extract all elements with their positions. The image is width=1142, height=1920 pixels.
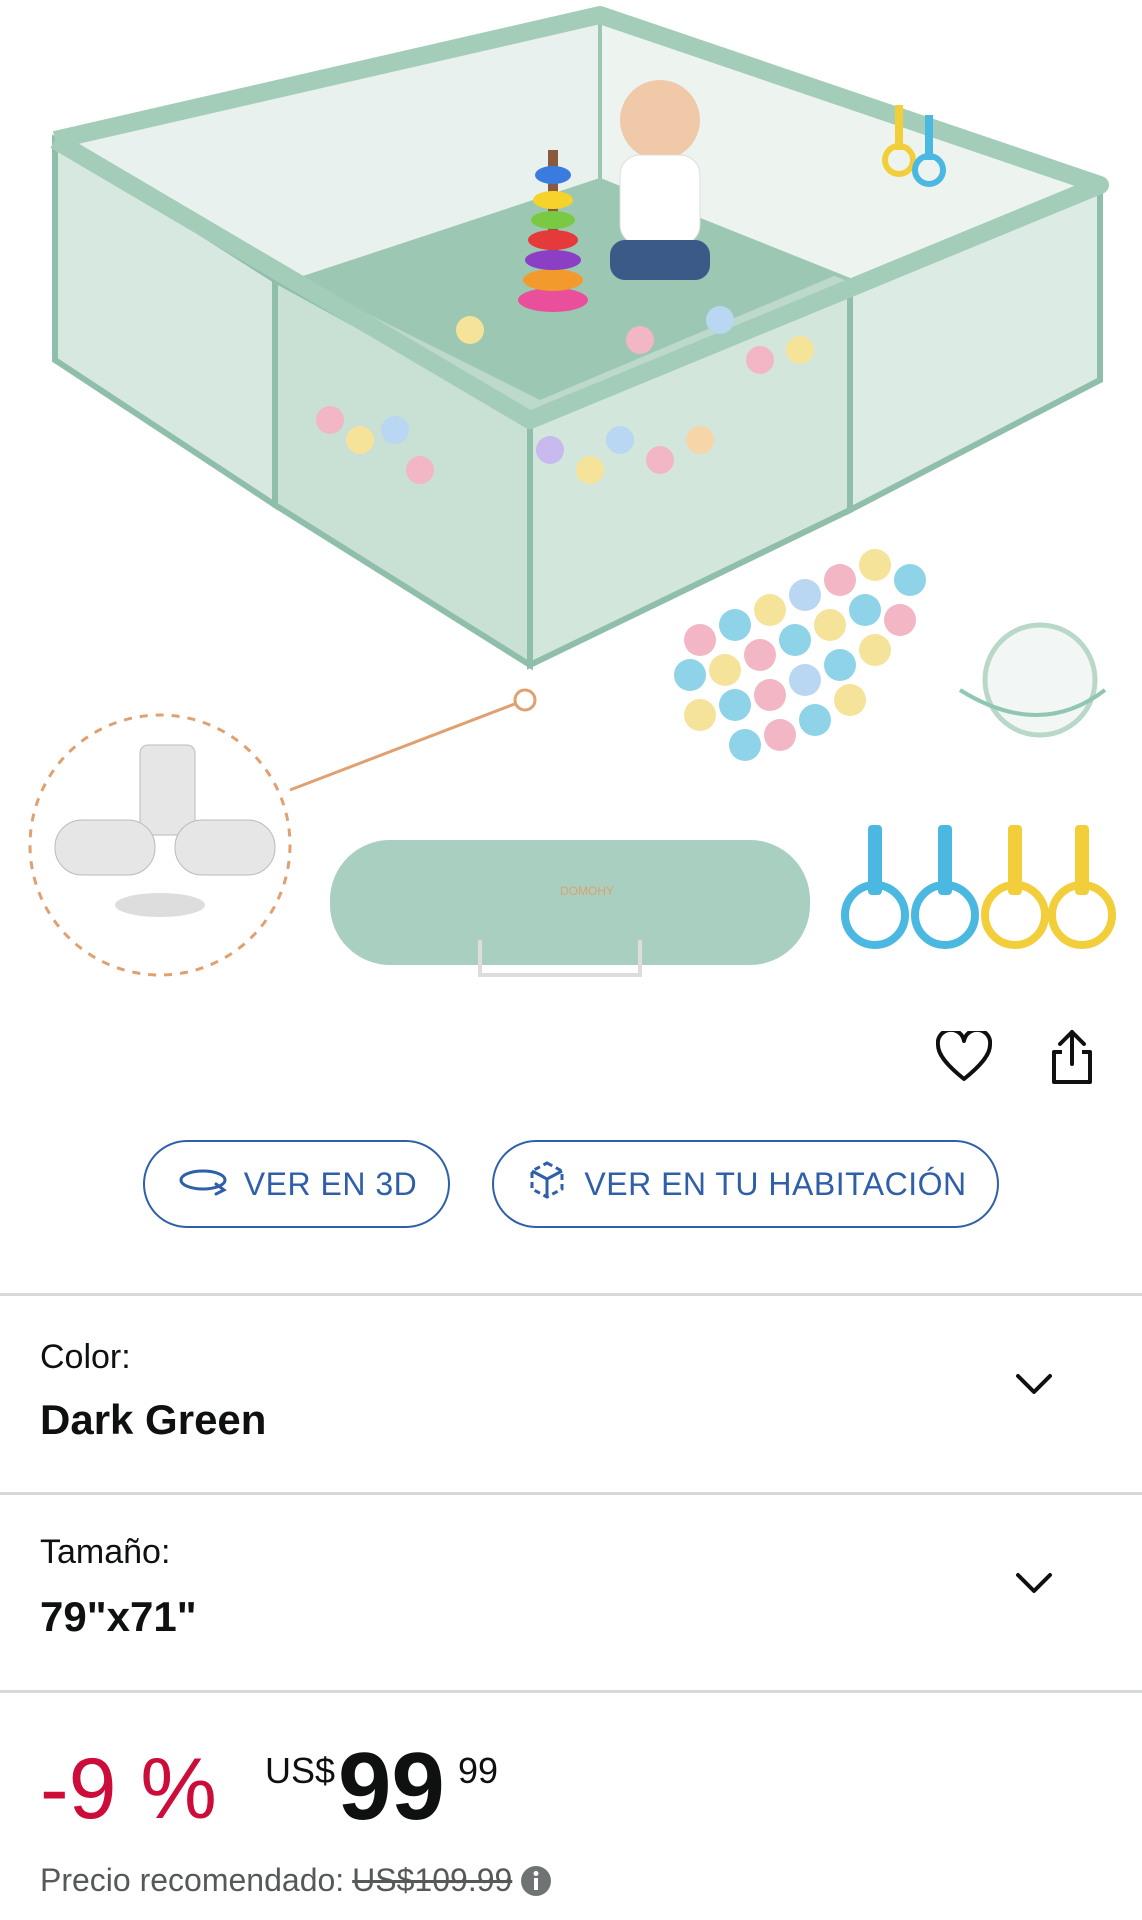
product-image[interactable]: DOMOHY	[0, 0, 1142, 1000]
divider	[0, 1690, 1142, 1693]
share-icon[interactable]	[1040, 1025, 1104, 1089]
list-price-label: Precio recomendado:	[40, 1862, 345, 1898]
heart-icon[interactable]	[932, 1025, 996, 1089]
color-label: Color:	[40, 1338, 131, 1376]
list-price-row: Precio recomendado: US$109.99	[40, 1862, 552, 1899]
ar-cube-icon	[524, 1157, 570, 1211]
rotate-3d-icon	[176, 1164, 230, 1204]
view-3d-label: VER EN 3D	[243, 1165, 418, 1202]
view-in-room-label: VER EN TU HABITACIÓN	[584, 1165, 967, 1202]
view-in-room-button[interactable]: VER EN TU HABITACIÓN	[492, 1140, 999, 1228]
size-label: Tamaño:	[40, 1533, 171, 1571]
discount-percent: -9 %	[40, 1741, 217, 1837]
size-value: 79"x71"	[40, 1593, 197, 1640]
bag-brand-text: DOMOHY	[560, 884, 614, 898]
price-fraction: 99	[458, 1750, 499, 1791]
price-whole: 99	[338, 1733, 445, 1840]
view-3d-button[interactable]: VER EN 3D	[143, 1140, 450, 1228]
color-selector[interactable]: Color: Dark Green	[0, 1296, 1142, 1486]
price-currency: US$	[265, 1750, 336, 1791]
list-price-value: US$109.99	[352, 1862, 513, 1898]
price-block: -9 % US$ 99 99	[40, 1733, 1120, 1850]
color-value: Dark Green	[40, 1396, 267, 1443]
size-selector[interactable]: Tamaño: 79"x71"	[0, 1495, 1142, 1685]
chevron-down-icon[interactable]	[1006, 1356, 1062, 1412]
info-icon[interactable]	[520, 1865, 552, 1897]
chevron-down-icon[interactable]	[1006, 1555, 1062, 1611]
